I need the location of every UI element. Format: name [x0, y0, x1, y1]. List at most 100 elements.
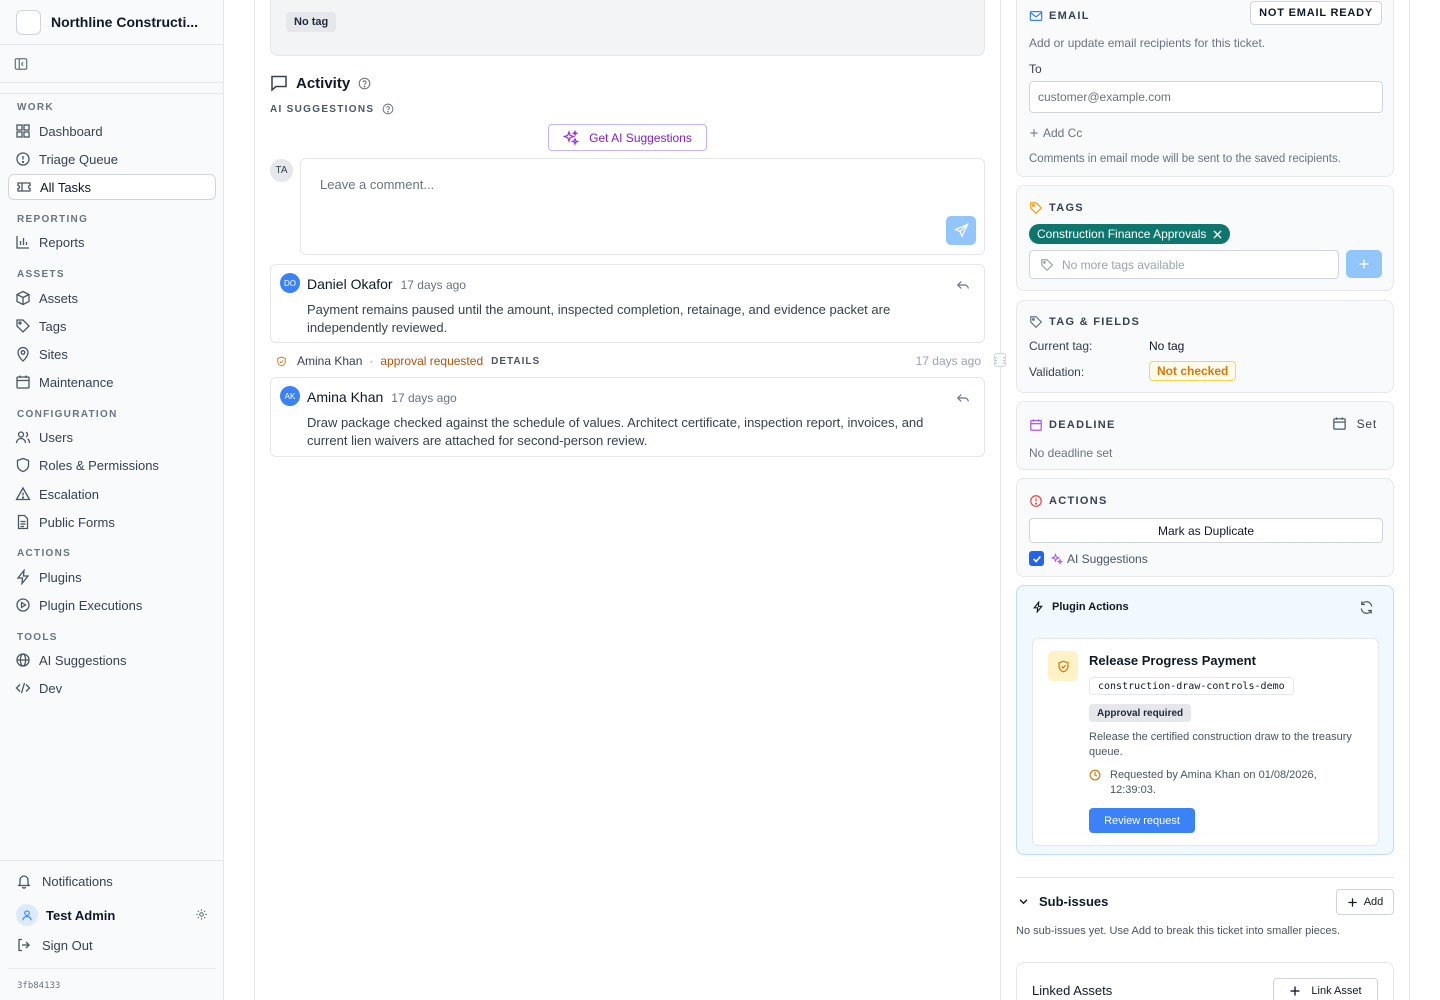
comment-placeholder: Leave a comment...	[320, 177, 435, 192]
approval-status-chip: Approval required	[1089, 704, 1192, 722]
email-help: Add or update email recipients for this …	[1029, 36, 1266, 50]
notifications-link[interactable]: Notifications	[16, 873, 113, 889]
email-label-row: EMAIL	[1029, 9, 1090, 23]
plus-icon	[1358, 258, 1370, 270]
sidebar-item-dashboard[interactable]: Dashboard	[8, 118, 216, 144]
event-separator: ·	[369, 354, 374, 368]
comment-author[interactable]: Amina Khan	[307, 389, 383, 405]
sidebar-item-triage[interactable]: Triage Queue	[8, 146, 216, 172]
email-note: Comments in email mode will be sent to t…	[1029, 153, 1341, 165]
sidebar-item-sites[interactable]: Sites	[8, 341, 216, 367]
actions-panel: ACTIONS Mark as Duplicate AI Suggestions	[1016, 478, 1394, 577]
add-sub-issue-label: Add	[1363, 896, 1384, 908]
set-deadline-button[interactable]: Set	[1332, 416, 1377, 431]
tag-fields-label: TAG & FIELDS	[1049, 316, 1141, 328]
email-to-input[interactable]: customer@example.com	[1029, 81, 1383, 113]
plus-icon	[1289, 985, 1301, 997]
comment-card: AK Amina Khan 17 days ago Draw package ch…	[270, 377, 985, 457]
org-switcher[interactable]: Northline Constructi...	[0, 0, 223, 45]
shield-icon	[15, 457, 31, 473]
plugin-actions-header: Plugin Actions	[1032, 601, 1129, 613]
add-tag-button[interactable]	[1346, 250, 1382, 278]
column-divider	[1000, 0, 1001, 1000]
sidebar-item-label: Roles & Permissions	[39, 457, 159, 473]
sidebar-item-roles[interactable]: Roles & Permissions	[8, 452, 216, 478]
ticket-icon	[16, 179, 32, 195]
email-panel: EMAIL NOT EMAIL READY Add or update emai…	[1016, 0, 1394, 177]
help-icon[interactable]	[358, 77, 371, 90]
ai-suggestions-section-label: AI SUGGESTIONS	[270, 103, 394, 115]
tag-fields-panel: TAG & FIELDS Current tag: No tag Validat…	[1016, 300, 1394, 393]
tags-label-row: TAGS	[1029, 201, 1084, 215]
logout-icon	[16, 937, 32, 953]
plugin-actions-panel: Plugin Actions Release Progress Payment …	[1016, 585, 1394, 855]
sidebar-toggle-icon[interactable]	[14, 57, 28, 71]
sidebar-item-label: Dev	[39, 680, 63, 696]
email-label: EMAIL	[1049, 10, 1090, 22]
calendar-icon	[15, 374, 31, 390]
warning-triangle-icon	[15, 486, 31, 502]
plugin-request-text: Requested by Amina Khan on 01/08/2026, 1…	[1110, 769, 1317, 796]
activity-title: Activity	[296, 74, 351, 92]
reply-icon[interactable]	[956, 278, 970, 292]
add-cc-button[interactable]: Add Cc	[1029, 126, 1082, 140]
sidebar-item-tags[interactable]: Tags	[8, 313, 216, 339]
ai-suggestions-checkbox[interactable]	[1029, 551, 1044, 566]
mark-duplicate-button[interactable]: Mark as Duplicate	[1029, 518, 1383, 543]
comment-author[interactable]: Daniel Okafor	[307, 276, 393, 292]
send-comment-button[interactable]	[946, 216, 976, 245]
comment-author-line: Daniel Okafor 17 days ago	[307, 276, 466, 292]
message-square-icon	[270, 74, 288, 92]
calendar-icon	[1029, 418, 1043, 432]
activity-event: Amina Khan · approval requested DETAILS …	[270, 353, 985, 369]
sub-issues-toggle[interactable]: Sub-issues	[1016, 894, 1108, 909]
help-icon[interactable]	[382, 103, 394, 115]
sign-out-link[interactable]: Sign Out	[16, 937, 93, 953]
sidebar-footer-divider	[0, 860, 223, 861]
linked-assets-title: Linked Assets	[1032, 983, 1113, 998]
sidebar-item-escalation[interactable]: Escalation	[8, 481, 216, 507]
to-label: To	[1029, 62, 1042, 76]
validation-status-badge: Not checked	[1149, 361, 1237, 381]
user-menu[interactable]: Test Admin	[16, 904, 208, 926]
sidebar-item-public-forms[interactable]: Public Forms	[8, 509, 216, 535]
sidebar-item-plugins[interactable]: Plugins	[8, 564, 216, 590]
sidebar-item-plugin-executions[interactable]: Plugin Executions	[8, 592, 216, 618]
tag-search-input[interactable]: No more tags available	[1029, 250, 1339, 279]
link-asset-button[interactable]: Link Asset	[1273, 978, 1378, 1000]
sidebar-item-users[interactable]: Users	[8, 424, 216, 450]
sidebar-item-ai-suggestions[interactable]: AI Suggestions	[8, 647, 216, 673]
sidebar-item-assets[interactable]: Assets	[8, 285, 216, 311]
globe-icon	[15, 652, 31, 668]
map-pin-icon	[15, 346, 31, 362]
sidebar-item-reports[interactable]: Reports	[8, 229, 216, 255]
mail-icon	[1029, 9, 1043, 23]
sidebar-item-maintenance[interactable]: Maintenance	[8, 369, 216, 395]
reply-icon[interactable]	[956, 391, 970, 405]
ai-suggestions-checkbox-label: AI Suggestions	[1067, 552, 1148, 566]
sub-issues-divider	[1016, 877, 1394, 878]
current-tag-key: Current tag:	[1029, 339, 1093, 353]
add-sub-issue-button[interactable]: Add	[1336, 889, 1394, 915]
get-ai-suggestions-button[interactable]: Get AI Suggestions	[548, 124, 707, 151]
plugin-id-chip: construction-draw-controls-demo	[1089, 677, 1294, 695]
sidebar-item-dev[interactable]: Dev	[8, 675, 216, 701]
current-tag-value: No tag	[1149, 339, 1185, 353]
review-request-button[interactable]: Review request	[1089, 808, 1195, 833]
box-icon	[15, 290, 31, 306]
resize-handle[interactable]: ⋮⋮	[992, 353, 1008, 367]
bell-icon	[16, 873, 32, 889]
remove-tag-icon[interactable]	[1213, 229, 1223, 239]
refresh-icon[interactable]	[1359, 600, 1374, 615]
sub-issues-empty-text: No sub-issues yet. Use Add to break this…	[1016, 925, 1341, 937]
event-details-link[interactable]: DETAILS	[491, 356, 540, 367]
settings-gear-icon[interactable]	[195, 908, 208, 921]
deadline-label-row: DEADLINE	[1029, 418, 1116, 432]
calendar-icon	[1332, 416, 1347, 431]
sidebar-item-label: Tags	[39, 318, 67, 334]
user-avatar	[16, 904, 38, 926]
comment-time: 17 days ago	[391, 391, 457, 405]
sidebar-item-all-tasks[interactable]: All Tasks	[8, 174, 216, 200]
comment-input[interactable]: Leave a comment...	[300, 158, 985, 255]
sub-issues-title: Sub-issues	[1039, 894, 1109, 909]
